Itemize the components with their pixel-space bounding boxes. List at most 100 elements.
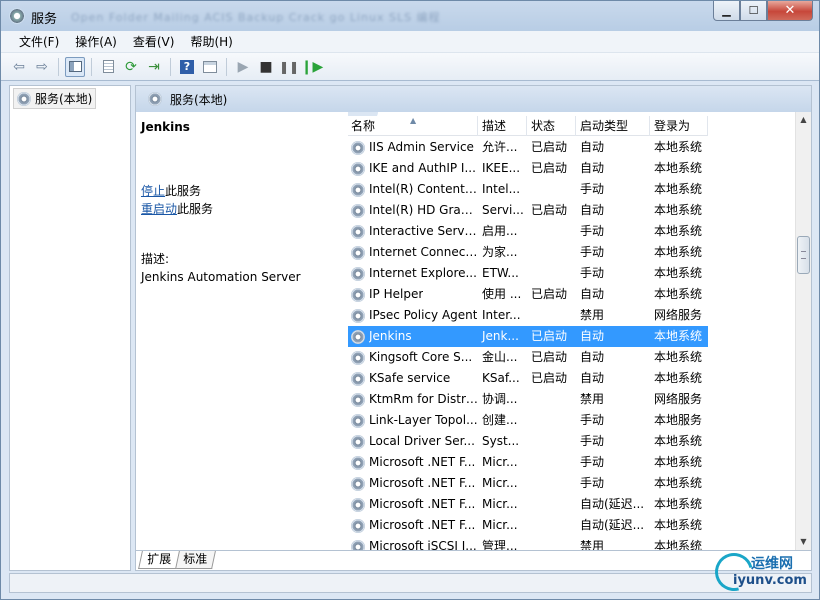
table-row[interactable]: Microsoft .NET F... Micr... 自动(延迟... 本地系统 <box>348 494 708 515</box>
table-row[interactable]: Microsoft .NET F... Micr... 自动(延迟... 本地系统 <box>348 515 708 536</box>
stop-service-link[interactable]: 停止 <box>141 184 165 198</box>
menu-help[interactable]: 帮助(H) <box>182 33 240 50</box>
menu-file[interactable]: 文件(F) <box>11 33 67 50</box>
service-status-cell <box>527 389 576 410</box>
service-name: Link-Layer Topol... <box>369 413 478 427</box>
table-row[interactable]: Intel(R) Content ... Intel... 手动 本地系统 <box>348 179 708 200</box>
service-description-cell: Micr... <box>482 455 518 469</box>
service-logon-cell: 本地系统 <box>654 182 703 196</box>
description-label: 描述: <box>141 252 170 266</box>
service-description-cell: Intel... <box>482 182 521 196</box>
title-bar[interactable]: 服务 Open Folder Mailing ACIS Backup Crack… <box>1 1 819 31</box>
scroll-down-arrow-icon[interactable]: ▼ <box>796 534 811 550</box>
gear-icon <box>351 497 365 512</box>
table-row[interactable]: Internet Connect... 为家... 手动 本地系统 <box>348 242 708 263</box>
column-header-startup-type[interactable]: 启动类型 <box>576 116 650 136</box>
table-row[interactable]: Kingsoft Core S... 金山... 已启动 自动 本地系统 <box>348 347 708 368</box>
service-name: KtmRm for Distri... <box>369 392 478 406</box>
stop-icon[interactable]: ■ <box>256 57 276 77</box>
service-description-cell: KSaf... <box>482 371 520 385</box>
menu-action[interactable]: 操作(A) <box>67 33 125 50</box>
service-logon-cell: 本地系统 <box>654 497 703 511</box>
table-row[interactable]: IP Helper 使用 ... 已启动 自动 本地系统 <box>348 284 708 305</box>
pause-icon[interactable]: ❚❚ <box>279 57 299 77</box>
service-logon-cell: 本地系统 <box>654 371 703 385</box>
scroll-up-arrow-icon[interactable]: ▲ <box>796 112 811 128</box>
gear-icon <box>351 140 365 155</box>
table-row[interactable]: Internet Explore... ETW... 手动 本地系统 <box>348 263 708 284</box>
maximize-button[interactable]: ☐ <box>740 1 767 21</box>
service-startup-cell: 自动 <box>580 329 605 343</box>
gear-icon <box>351 203 365 218</box>
description-text: Jenkins Automation Server <box>141 270 301 284</box>
table-row[interactable]: IIS Admin Service 允许... 已启动 自动 本地系统 <box>348 137 708 158</box>
service-name-cell: Microsoft .NET F... <box>348 494 478 515</box>
service-name-cell: IKE and AuthIP I... <box>348 158 478 179</box>
column-header-status[interactable]: 状态 <box>527 116 576 136</box>
column-header-description[interactable]: 描述 <box>478 116 527 136</box>
table-row[interactable]: KtmRm for Distri... 协调... 禁用 网络服务 <box>348 389 708 410</box>
service-startup-cell: 自动 <box>580 140 605 154</box>
service-detail-panel: Jenkins 停止此服务 重启动此服务 描述: Jenkins Automat… <box>136 112 348 550</box>
service-logon-cell: 本地系统 <box>654 518 703 532</box>
service-status-cell: 已启动 <box>531 350 568 364</box>
play-icon[interactable]: ▶ <box>233 57 253 77</box>
gear-icon <box>17 91 31 106</box>
service-name: IPsec Policy Agent <box>369 308 478 322</box>
service-description-cell: 允许... <box>482 140 518 154</box>
service-name-cell: Internet Explore... <box>348 263 478 284</box>
view-icon[interactable] <box>200 57 220 77</box>
service-name-cell: Interactive Servi... <box>348 221 478 242</box>
tab-extended[interactable]: 扩展 <box>138 551 180 569</box>
help-icon[interactable]: ? <box>177 57 197 77</box>
gear-icon <box>351 245 365 260</box>
table-row[interactable]: Intel(R) HD Grap... Servi... 已启动 自动 本地系统 <box>348 200 708 221</box>
table-row[interactable]: Link-Layer Topol... 创建... 手动 本地服务 <box>348 410 708 431</box>
resume-icon[interactable]: ❙▶ <box>301 57 324 77</box>
forward-icon[interactable]: ⇨ <box>32 57 52 77</box>
service-name-cell: Kingsoft Core S... <box>348 347 478 368</box>
tree-item-services-local[interactable]: 服务(本地) <box>13 88 97 109</box>
service-description-cell: Inter... <box>482 308 521 322</box>
pane-header: 服务(本地) <box>136 86 811 112</box>
table-row[interactable]: Microsoft .NET F... Micr... 手动 本地系统 <box>348 452 708 473</box>
vertical-scrollbar[interactable]: ▲ ▼ <box>795 112 811 550</box>
column-header-name[interactable]: 名称 ▲ <box>348 116 478 136</box>
service-name: Local Driver Ser... <box>369 434 475 448</box>
gear-icon <box>351 308 365 323</box>
column-header-logon-as[interactable]: 登录为 <box>650 116 708 136</box>
tab-standard[interactable]: 标准 <box>174 551 216 569</box>
service-startup-cell: 禁用 <box>580 539 605 550</box>
service-logon-cell: 本地系统 <box>654 539 703 550</box>
service-name-cell: Microsoft iSCSI I... <box>348 536 478 550</box>
table-row[interactable]: Interactive Servi... 启用... 手动 本地系统 <box>348 221 708 242</box>
show-tree-icon[interactable] <box>65 56 85 77</box>
back-icon[interactable]: ⇦ <box>9 57 29 77</box>
menu-view[interactable]: 查看(V) <box>125 33 183 50</box>
table-row[interactable]: Jenkins Jenk... 已启动 自动 本地系统 <box>348 326 708 347</box>
gear-icon <box>351 455 365 470</box>
service-description-cell: 启用... <box>482 224 518 238</box>
table-row[interactable]: Microsoft iSCSI I... 管理... 禁用 本地系统 <box>348 536 708 550</box>
service-status-cell <box>527 431 576 452</box>
table-row[interactable]: Local Driver Ser... Syst... 手动 本地系统 <box>348 431 708 452</box>
refresh-icon[interactable]: ⟳ <box>121 57 141 77</box>
service-status-cell <box>527 473 576 494</box>
scroll-thumb[interactable] <box>797 236 810 274</box>
table-row[interactable]: IPsec Policy Agent Inter... 禁用 网络服务 <box>348 305 708 326</box>
service-status-cell: 已启动 <box>531 287 568 301</box>
table-row[interactable]: Microsoft .NET F... Micr... 手动 本地系统 <box>348 473 708 494</box>
close-button[interactable]: ✕ <box>767 1 813 21</box>
restart-service-link[interactable]: 重启动 <box>141 202 177 216</box>
service-logon-cell: 网络服务 <box>654 392 703 406</box>
service-name: Jenkins <box>369 329 412 343</box>
table-row[interactable]: IKE and AuthIP I... IKEE... 已启动 自动 本地系统 <box>348 158 708 179</box>
properties-icon[interactable] <box>98 57 118 77</box>
service-logon-cell: 本地系统 <box>654 434 703 448</box>
toolbar-separator <box>91 57 92 76</box>
export-icon[interactable]: ⇥ <box>144 57 164 77</box>
service-startup-cell: 手动 <box>580 224 605 238</box>
minimize-button[interactable]: ▁ <box>713 1 740 21</box>
service-name-cell: Jenkins <box>348 326 478 347</box>
table-row[interactable]: KSafe service KSaf... 已启动 自动 本地系统 <box>348 368 708 389</box>
